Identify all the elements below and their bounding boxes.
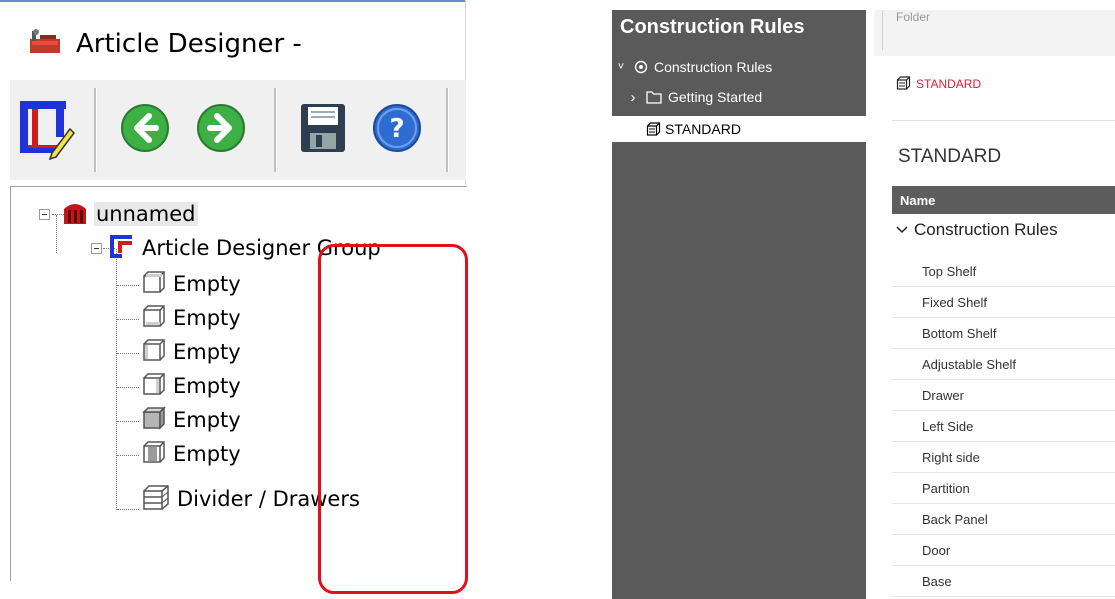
tree-node-group[interactable]: Article Designer Group [91,231,381,265]
divider [892,120,1115,121]
question-circle-icon: ? [371,102,423,159]
cabinet-icon [62,199,88,230]
tree-node-root[interactable]: unnamed [39,197,198,231]
arrow-right-circle-icon [195,102,247,159]
group-frame-icon [108,232,136,265]
chevron-right-icon[interactable]: › [626,89,640,106]
breadcrumb-link[interactable]: STANDARD [916,77,981,91]
tree-node-label: Article Designer Group [142,236,381,260]
floppy-disk-icon [298,101,348,160]
save-button[interactable] [288,80,358,180]
box-outline-icon [141,269,167,300]
app-icon [28,27,64,62]
table-row[interactable]: Base [892,566,1115,597]
tree-node-label: Empty [173,408,241,432]
toolbar: ? [10,80,466,180]
tree-connector [117,285,139,286]
tree-connector [117,455,139,456]
help-button[interactable]: ? [362,80,432,180]
tree-node-child[interactable]: Empty [141,301,241,335]
table-row[interactable]: Top Shelf [892,256,1115,287]
design-tool-button[interactable] [10,80,80,180]
table-row[interactable]: Door [892,535,1115,566]
arrow-left-circle-icon [119,102,171,159]
tree-connector [116,249,117,510]
nav-item-standard[interactable]: STANDARD [612,116,866,142]
box-filled-icon [141,405,167,436]
chevron-down-icon[interactable] [896,226,908,234]
divider [882,10,883,50]
navigation-pane: Construction Rules ˅ Construction Rules … [612,10,866,599]
table-row[interactable]: Partition [892,473,1115,504]
page-title: STANDARD [898,146,1002,167]
content-pane: Folder STANDARD STANDARD Name Constructi… [866,10,1115,599]
target-icon [634,60,648,74]
back-button[interactable] [110,80,180,180]
construction-rules-window: Construction Rules ˅ Construction Rules … [612,10,1115,599]
tree-connector [117,421,139,422]
nav-item-label: Getting Started [668,89,763,105]
svg-text:?: ? [389,114,404,144]
table-row[interactable]: Left Side [892,411,1115,442]
nav-title: Construction Rules [620,16,805,38]
toolbar-separator [446,88,449,172]
tree-node-child[interactable]: Divider / Drawers [141,482,360,516]
table-row[interactable]: Drawer [892,380,1115,411]
table-row[interactable]: Right side [892,442,1115,473]
tree-node-label: Divider / Drawers [177,487,360,511]
forward-button[interactable] [186,80,256,180]
tree-node-label: Empty [173,374,241,398]
divider-drawers-icon [141,482,171,517]
nav-item-label: Construction Rules [654,59,773,75]
title-bar: Article Designer - [28,24,302,64]
box-outline-icon [141,371,167,402]
breadcrumb[interactable]: STANDARD [896,76,981,91]
tree-connector [117,509,139,510]
collapse-toggle[interactable] [91,242,102,254]
group-label: Construction Rules [914,220,1058,239]
article-tree: unnamed Article Designer Group Empty Emp… [10,186,467,581]
tree-node-label: Empty [173,340,241,364]
tree-connector [117,387,139,388]
tree-node-child[interactable]: Empty [141,335,241,369]
tree-node-child[interactable]: Empty [141,267,241,301]
article-designer-window: Article Designer - ? unnamed Article Des… [0,0,467,581]
box-outline-icon [141,337,167,368]
frame-pencil-icon [14,93,76,168]
folder-label: Folder [896,10,931,24]
box-outline-icon [141,439,167,470]
cube-icon [646,121,661,137]
nav-item-getting-started[interactable]: › Getting Started [612,84,866,110]
window-title: Article Designer - [76,29,302,59]
nav-item-label: STANDARD [665,121,741,137]
tree-connector [117,319,139,320]
table-row[interactable]: Adjustable Shelf [892,349,1115,380]
cube-icon [896,76,911,91]
group-row[interactable]: Construction Rules [896,220,1058,240]
tree-node-label: unnamed [94,202,198,226]
chevron-down-icon[interactable]: ˅ [614,61,628,73]
tree-node-label: Empty [173,442,241,466]
tree-connector [117,353,139,354]
tree-node-label: Empty [173,306,241,330]
tree-node-child[interactable]: Empty [141,369,241,403]
nav-item-construction-rules[interactable]: ˅ Construction Rules [612,54,866,80]
tree-node-label: Empty [173,272,241,296]
tree-node-child[interactable]: Empty [141,437,241,471]
collapse-toggle[interactable] [39,208,50,220]
table-row[interactable]: Fixed Shelf [892,287,1115,318]
table-row[interactable]: Back Panel [892,504,1115,535]
table-header-name[interactable]: Name [892,186,1115,214]
tree-node-child[interactable]: Empty [141,403,241,437]
toolbar-separator [274,88,277,172]
folder-icon [646,90,662,104]
toolbar-separator [94,88,97,172]
table-row[interactable]: Bottom Shelf [892,318,1115,349]
box-outline-icon [141,303,167,334]
folder-strip: Folder [874,10,1115,56]
window-top-border [0,0,466,2]
